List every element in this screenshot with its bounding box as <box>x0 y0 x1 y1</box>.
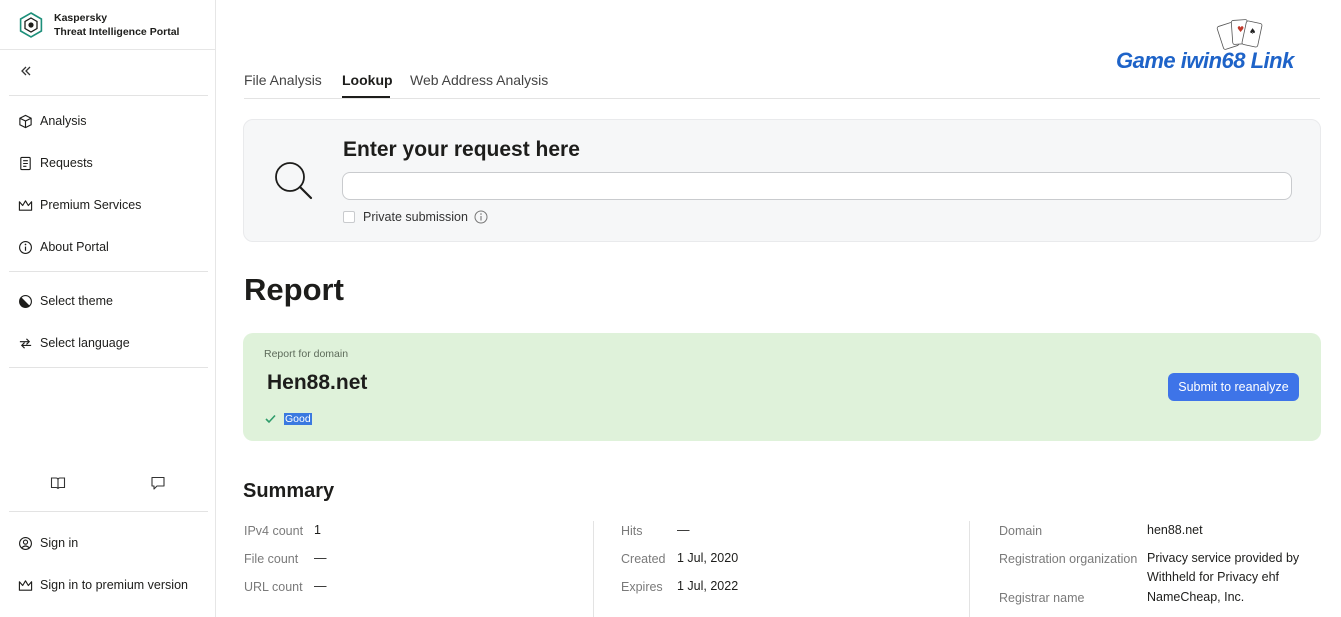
summary-value-domain: hen88.net <box>1147 523 1203 537</box>
summary-label-domain: Domain <box>999 524 1043 538</box>
summary-label-ipv4-count: IPv4 count <box>244 524 304 538</box>
private-submission-checkbox[interactable] <box>343 211 355 223</box>
submit-to-reanalyze-button[interactable]: Submit to reanalyze <box>1168 373 1299 401</box>
sidebar: Kaspersky Threat Intelligence Portal Ana… <box>0 0 216 617</box>
tab-web-address-analysis[interactable]: Web Address Analysis <box>410 72 548 88</box>
report-domain-name: Hen88.net <box>267 371 368 394</box>
sidebar-item-label: Premium Services <box>40 198 142 212</box>
sidebar-item-label: Select theme <box>40 294 113 308</box>
check-icon <box>265 414 276 424</box>
svg-text:♥: ♥ <box>1237 25 1244 34</box>
sidebar-item-about-portal[interactable]: About Portal <box>18 237 109 257</box>
summary-label-registration-organization: Registration organization <box>999 552 1138 566</box>
sidebar-item-analysis[interactable]: Analysis <box>18 111 87 131</box>
summary-label-registrar-name: Registrar name <box>999 591 1085 605</box>
book-icon[interactable] <box>50 475 66 491</box>
sidebar-item-label: Sign in <box>40 536 79 550</box>
summary-label-expires: Expires <box>621 580 663 594</box>
sidebar-item-label: Sign in to premium version <box>40 578 188 592</box>
summary-label-file-count: File count <box>244 552 299 566</box>
sidebar-divider <box>9 367 208 368</box>
sidebar-item-select-theme[interactable]: Select theme <box>18 291 113 311</box>
chat-icon[interactable] <box>150 475 166 491</box>
report-domain-label: Report for domain <box>264 348 349 360</box>
summary-column-divider <box>969 521 970 617</box>
status-text: Good <box>284 412 312 425</box>
search-input[interactable] <box>342 172 1292 200</box>
lookup-search-card: Enter your request here Private submissi… <box>243 119 1321 242</box>
document-icon <box>20 156 31 170</box>
info-icon[interactable] <box>474 210 488 224</box>
summary-value-url-count: — <box>314 579 327 593</box>
sidebar-item-premium-services[interactable]: Premium Services <box>18 195 141 215</box>
sidebar-divider <box>9 95 208 96</box>
watermark-logo: ♥ ♠ Game iwin68 Link <box>1116 18 1336 78</box>
sidebar-item-label: Analysis <box>40 114 87 128</box>
sidebar-item-label: Requests <box>40 156 93 170</box>
summary-value-registration-organization: Privacy service provided by Withheld for… <box>1147 551 1300 584</box>
summary-value-ipv4-count: 1 <box>314 523 321 537</box>
summary-value-registrar-name: NameCheap, Inc. <box>1147 590 1245 604</box>
private-submission-label: Private submission <box>363 210 468 224</box>
sidebar-item-sign-in[interactable]: Sign in <box>18 533 78 553</box>
summary-label-created: Created <box>621 552 666 566</box>
brand-name: Kaspersky Threat Intelligence Portal <box>54 11 179 39</box>
status-badge: Good <box>264 412 312 425</box>
summary-value-hits: — <box>677 523 690 537</box>
summary-value-file-count: — <box>314 551 327 565</box>
user-icon <box>19 536 32 550</box>
summary-label-url-count: URL count <box>244 580 303 594</box>
brand-line-1: Kaspersky <box>54 11 108 24</box>
watermark-text: Game iwin68 Link <box>1116 48 1294 73</box>
sidebar-item-sign-in-premium[interactable]: Sign in to premium version <box>18 575 188 595</box>
sidebar-item-label: Select language <box>40 336 130 350</box>
sidebar-item-label: About Portal <box>40 240 109 254</box>
cube-icon <box>19 114 32 128</box>
kaspersky-logo-icon <box>19 11 43 38</box>
summary-column-divider <box>593 521 594 617</box>
private-submission-row: Private submission <box>343 210 488 224</box>
search-title: Enter your request here <box>343 138 580 161</box>
crown-icon <box>18 199 33 211</box>
svg-text:♠: ♠ <box>1249 27 1256 36</box>
tab-lookup[interactable]: Lookup <box>342 72 393 88</box>
crown-icon <box>18 579 33 591</box>
theme-icon <box>19 294 32 308</box>
sidebar-item-requests[interactable]: Requests <box>18 153 93 173</box>
language-icon <box>19 337 32 349</box>
summary-value-created: 1 Jul, 2020 <box>677 551 739 565</box>
brand-line-2: Threat Intelligence Portal <box>54 25 180 38</box>
summary-value-expires: 1 Jul, 2022 <box>677 579 739 593</box>
sidebar-item-select-language[interactable]: Select language <box>18 333 130 353</box>
collapse-sidebar-icon[interactable] <box>18 63 34 79</box>
info-icon <box>19 240 32 254</box>
summary-label-hits: Hits <box>621 524 643 538</box>
tab-file-analysis[interactable]: File Analysis <box>244 72 322 88</box>
domain-report-card: Report for domain Hen88.net Good Submit … <box>243 333 1321 441</box>
report-title: Report <box>244 272 344 307</box>
brand-header[interactable]: Kaspersky Threat Intelligence Portal <box>0 0 216 50</box>
sidebar-divider <box>9 271 208 272</box>
summary-title: Summary <box>243 480 335 502</box>
search-icon <box>275 162 313 200</box>
sidebar-divider <box>9 511 208 512</box>
active-tab-indicator <box>342 96 390 98</box>
